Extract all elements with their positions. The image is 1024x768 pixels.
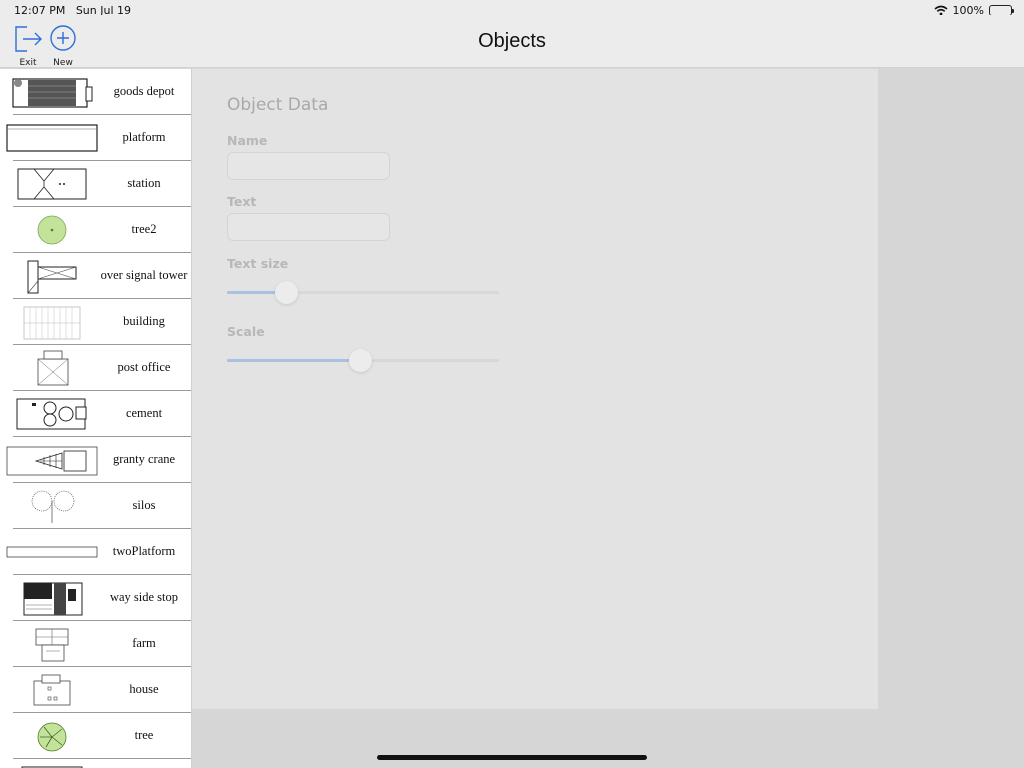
- list-item-label: tree2: [131, 222, 157, 236]
- list-item-cement[interactable]: cement: [0, 391, 191, 437]
- list-item-label: granty crane: [112, 452, 176, 466]
- list-item-label: station: [127, 176, 161, 190]
- list-item-label: house: [129, 682, 159, 696]
- slider-fill: [227, 359, 361, 362]
- list-item-granty-crane[interactable]: granty crane: [0, 437, 191, 483]
- list-item-label: tree: [134, 728, 154, 742]
- list-item-platform[interactable]: platform: [0, 115, 191, 161]
- slider-knob[interactable]: [275, 281, 299, 304]
- nav-bar: Exit New Objects: [0, 15, 1024, 68]
- list-item-label: goods depot: [113, 84, 175, 98]
- farm-thumbnail: [35, 628, 69, 662]
- building-thumbnail: [23, 306, 81, 340]
- list-item-partial[interactable]: [0, 759, 191, 768]
- object-list: goods depot platform station tree2 over …: [0, 69, 192, 768]
- list-item-over-signal-tower[interactable]: over signal tower: [0, 253, 191, 299]
- text-label: Text: [227, 194, 257, 209]
- list-item-house[interactable]: house: [0, 667, 191, 713]
- text-size-label: Text size: [227, 256, 289, 271]
- station-thumbnail: [17, 168, 87, 200]
- list-item-tree[interactable]: tree: [0, 713, 191, 759]
- page-title: Objects: [478, 30, 546, 52]
- list-item-label: silos: [132, 498, 156, 512]
- text-input[interactable]: [227, 213, 390, 241]
- list-item-silos[interactable]: silos: [0, 483, 191, 529]
- home-indicator: [377, 755, 647, 760]
- scale-slider[interactable]: [227, 347, 499, 375]
- way-side-stop-thumbnail: [23, 582, 83, 616]
- tree2-thumbnail: [37, 215, 67, 245]
- list-item-building[interactable]: building: [0, 299, 191, 345]
- list-item-way-side-stop[interactable]: way side stop: [0, 575, 191, 621]
- exit-label: Exit: [19, 58, 37, 68]
- cement-thumbnail: [16, 398, 87, 430]
- list-item-tree2[interactable]: tree2: [0, 207, 191, 253]
- scale-label: Scale: [227, 324, 265, 339]
- object-data-title: Object Data: [227, 95, 329, 115]
- text-size-slider[interactable]: [227, 279, 499, 307]
- name-input[interactable]: [227, 152, 390, 180]
- list-item-label: over signal tower: [100, 268, 188, 282]
- tree-thumbnail: [37, 722, 67, 752]
- list-item-farm[interactable]: farm: [0, 621, 191, 667]
- name-label: Name: [227, 133, 268, 148]
- list-item-label: cement: [125, 406, 163, 420]
- slider-knob[interactable]: [348, 349, 372, 372]
- list-item-post-office[interactable]: post office: [0, 345, 191, 391]
- list-item-label: post office: [117, 360, 171, 374]
- new-label: New: [53, 58, 73, 68]
- twoplatform-thumbnail: [6, 546, 98, 558]
- platform-thumbnail: [6, 124, 98, 152]
- list-item-label: farm: [132, 636, 156, 650]
- list-item-twoplatform[interactable]: twoPlatform: [0, 529, 191, 575]
- granty-crane-thumbnail: [6, 446, 98, 476]
- list-item-station[interactable]: station: [0, 161, 191, 207]
- silos-thumbnail: [31, 490, 75, 523]
- list-item-label: way side stop: [109, 590, 179, 604]
- post-office-thumbnail: [37, 350, 69, 386]
- partial-thumbnail: [21, 766, 83, 768]
- list-item-label: building: [123, 314, 165, 328]
- list-item-goods-depot[interactable]: goods depot: [0, 69, 191, 115]
- list-item-label: twoPlatform: [112, 544, 176, 558]
- goods-depot-thumbnail: [12, 78, 93, 108]
- house-thumbnail: [33, 674, 71, 706]
- signal-tower-thumbnail: [27, 260, 77, 294]
- list-item-label: platform: [122, 130, 166, 144]
- object-data-panel: Object Data Name Text Text size Scale: [192, 69, 878, 709]
